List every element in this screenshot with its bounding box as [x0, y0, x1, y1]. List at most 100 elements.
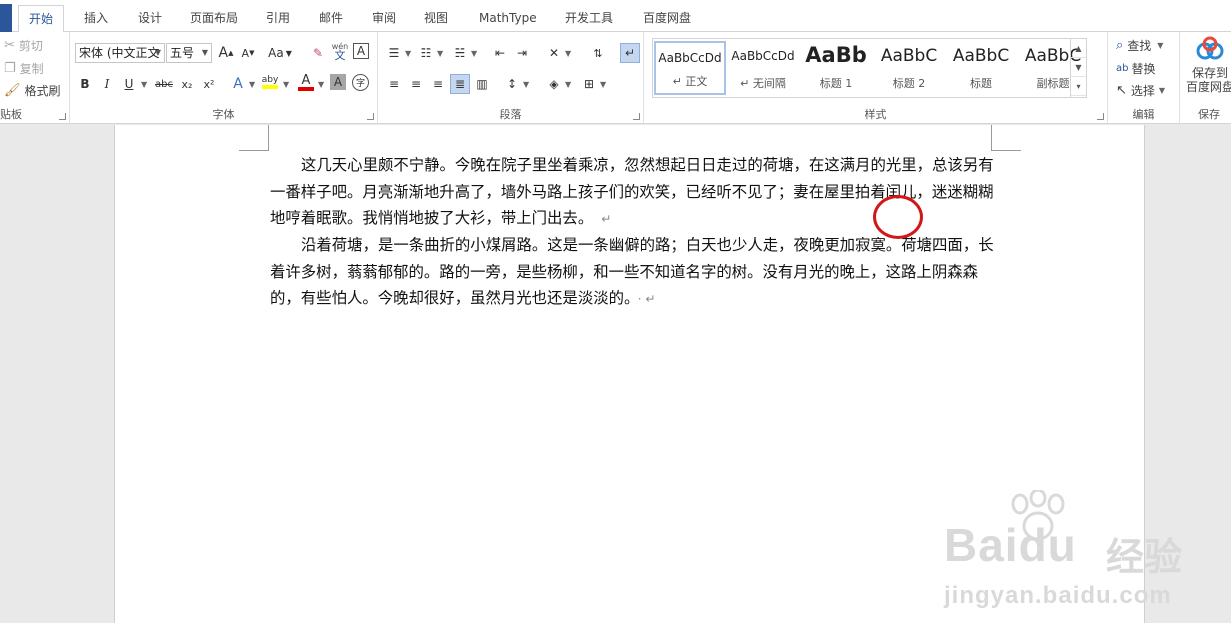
grow-font-button[interactable]: A ▲: [216, 43, 236, 63]
underline-icon: U: [124, 77, 134, 91]
numbered-list-icon: ☷: [420, 46, 432, 60]
save-to-netdisk-button[interactable]: 保存到 百度网盘: [1180, 36, 1231, 94]
tab-insert[interactable]: 插入: [74, 5, 118, 32]
styles-dialog-launcher[interactable]: [1097, 113, 1104, 120]
bold-icon: B: [80, 77, 90, 91]
align-right-button[interactable]: ≡: [428, 74, 448, 94]
bold-button[interactable]: B: [75, 74, 95, 94]
style-name: ↵ 正文: [672, 75, 708, 88]
cut-button[interactable]: ✂ 剪切: [4, 37, 43, 54]
chevron-down-icon[interactable]: ▼: [565, 80, 571, 89]
style-no-spacing[interactable]: AaBbCcDd ↵ 无间隔: [727, 41, 799, 95]
justify-button[interactable]: ≣: [450, 74, 470, 94]
chevron-down-icon: ▼: [201, 48, 208, 57]
subscript-button[interactable]: x₂: [177, 74, 197, 94]
eraser-icon: ✎: [312, 46, 324, 60]
character-shading-icon: A: [333, 75, 343, 89]
style-heading-1[interactable]: AaBb 标题 1: [800, 41, 872, 95]
align-center-button[interactable]: ≡: [406, 74, 426, 94]
font-name-select[interactable]: 宋体 (中文正文 ▼: [75, 43, 165, 63]
paragraph-mark-icon: ↵: [601, 212, 612, 226]
shrink-font-button[interactable]: A ▼: [238, 43, 258, 63]
underline-button[interactable]: U: [119, 74, 139, 94]
tab-review[interactable]: 审阅: [362, 5, 406, 32]
chevron-down-icon[interactable]: ▼: [283, 80, 289, 89]
tab-baidu-netdisk[interactable]: 百度网盘: [633, 5, 701, 32]
cursor-arrow-icon: ↖: [1116, 82, 1127, 98]
character-border-icon: A: [356, 44, 366, 58]
chevron-down-icon[interactable]: ▼: [141, 80, 147, 89]
gallery-more-button[interactable]: ▾: [1071, 77, 1086, 96]
copy-button[interactable]: ❐ 复制: [4, 60, 44, 77]
replace-button[interactable]: ab 替换: [1116, 60, 1156, 77]
italic-button[interactable]: I: [97, 74, 117, 94]
gallery-scroll-up-button[interactable]: ▲: [1071, 39, 1086, 58]
paragraph-dialog-launcher[interactable]: [633, 113, 640, 120]
save-label-line2: 百度网盘: [1185, 80, 1231, 94]
show-hide-marks-button[interactable]: ↵: [620, 43, 640, 63]
font-dialog-launcher[interactable]: [367, 113, 374, 120]
chinese-layout-button[interactable]: ✕: [544, 43, 564, 63]
chevron-down-icon[interactable]: ▼: [249, 80, 255, 89]
text-effects-button[interactable]: A: [228, 74, 248, 94]
chevron-down-icon[interactable]: ▼: [437, 49, 443, 58]
find-button[interactable]: ⌕ 查找 ▼: [1116, 37, 1163, 54]
chevron-down-icon[interactable]: ▼: [405, 49, 411, 58]
tab-developer[interactable]: 开发工具: [555, 5, 623, 32]
ribbon-tab-bar: 开始 插入 设计 页面布局 引用 邮件 审阅 视图 MathType 开发工具 …: [0, 0, 1231, 33]
sort-button[interactable]: ⇅: [588, 43, 608, 63]
clear-formatting-button[interactable]: ✎: [308, 43, 328, 63]
tab-mathtype[interactable]: MathType: [469, 5, 547, 32]
decrease-indent-button[interactable]: ⇤: [490, 43, 510, 63]
tab-page-layout[interactable]: 页面布局: [180, 5, 248, 32]
borders-button[interactable]: ⊞: [579, 74, 599, 94]
numbering-button[interactable]: ☷: [416, 43, 436, 63]
tab-home[interactable]: 开始: [18, 5, 65, 33]
line-spacing-button[interactable]: ↕: [502, 74, 522, 94]
chevron-down-icon[interactable]: ▼: [318, 80, 324, 89]
tab-references[interactable]: 引用: [256, 5, 300, 32]
gallery-scroll-down-button[interactable]: ▼: [1071, 58, 1086, 77]
format-painter-button[interactable]: 🖌 格式刷: [4, 82, 61, 99]
highlight-color-button[interactable]: aby: [260, 72, 280, 92]
style-title[interactable]: AaBbC 标题: [945, 41, 1017, 95]
bullet-list-icon: ☰: [388, 46, 400, 60]
paragraph-2[interactable]: 沿着荷塘，是一条曲折的小煤屑路。这是一条幽僻的路；白天也少人走，夜晚更加寂寞。荷…: [270, 232, 994, 313]
bullets-button[interactable]: ☰: [384, 43, 404, 63]
superscript-button[interactable]: x²: [199, 74, 219, 94]
tab-view[interactable]: 视图: [414, 5, 458, 32]
chevron-down-icon[interactable]: ▼: [523, 80, 529, 89]
change-case-button[interactable]: Aa ▼: [266, 43, 294, 63]
style-normal[interactable]: AaBbCcDd ↵ 正文: [654, 41, 726, 95]
strikethrough-button[interactable]: abc: [152, 74, 176, 94]
chevron-down-icon[interactable]: ▼: [471, 49, 477, 58]
select-button[interactable]: ↖ 选择 ▼: [1116, 82, 1165, 99]
font-color-icon: A: [301, 72, 311, 88]
character-border-button[interactable]: A: [353, 43, 369, 59]
tab-design[interactable]: 设计: [128, 5, 172, 32]
font-size-select[interactable]: 五号 ▼: [166, 43, 212, 63]
align-left-button[interactable]: ≡: [384, 74, 404, 94]
enclose-characters-button[interactable]: 字: [352, 74, 369, 91]
styles-gallery-scroller: ▲ ▼ ▾: [1070, 39, 1086, 97]
chevron-down-icon[interactable]: ▼: [600, 80, 606, 89]
style-heading-2[interactable]: AaBbC 标题 2: [873, 41, 945, 95]
clipboard-dialog-launcher[interactable]: [59, 113, 66, 120]
multilevel-list-button[interactable]: ☵: [450, 43, 470, 63]
character-shading-button[interactable]: A: [330, 74, 346, 90]
highlighter-icon: aby: [261, 75, 279, 85]
shading-button[interactable]: ◈: [544, 74, 564, 94]
watermark-brand: Baidu: [944, 519, 1077, 571]
distributed-icon: ▥: [476, 77, 488, 91]
tab-mailings[interactable]: 邮件: [309, 5, 353, 32]
baidu-jingyan-watermark: Baidu 经验 jingyan.baidu.com: [944, 490, 1184, 620]
copy-icon: ❐: [4, 60, 16, 76]
distributed-button[interactable]: ▥: [472, 74, 492, 94]
font-color-button[interactable]: A: [296, 72, 316, 92]
text-line: 这几天心里颇不宁静。今晚在院子里坐着乘凉，忽然想起日日走过的荷塘，在这满月的: [301, 156, 886, 174]
file-tab-edge[interactable]: [0, 4, 12, 32]
increase-indent-button[interactable]: ⇥: [512, 43, 532, 63]
chevron-down-icon[interactable]: ▼: [565, 49, 571, 58]
format-painter-label: 格式刷: [24, 84, 61, 98]
phonetic-guide-button[interactable]: wén 文: [330, 41, 350, 61]
